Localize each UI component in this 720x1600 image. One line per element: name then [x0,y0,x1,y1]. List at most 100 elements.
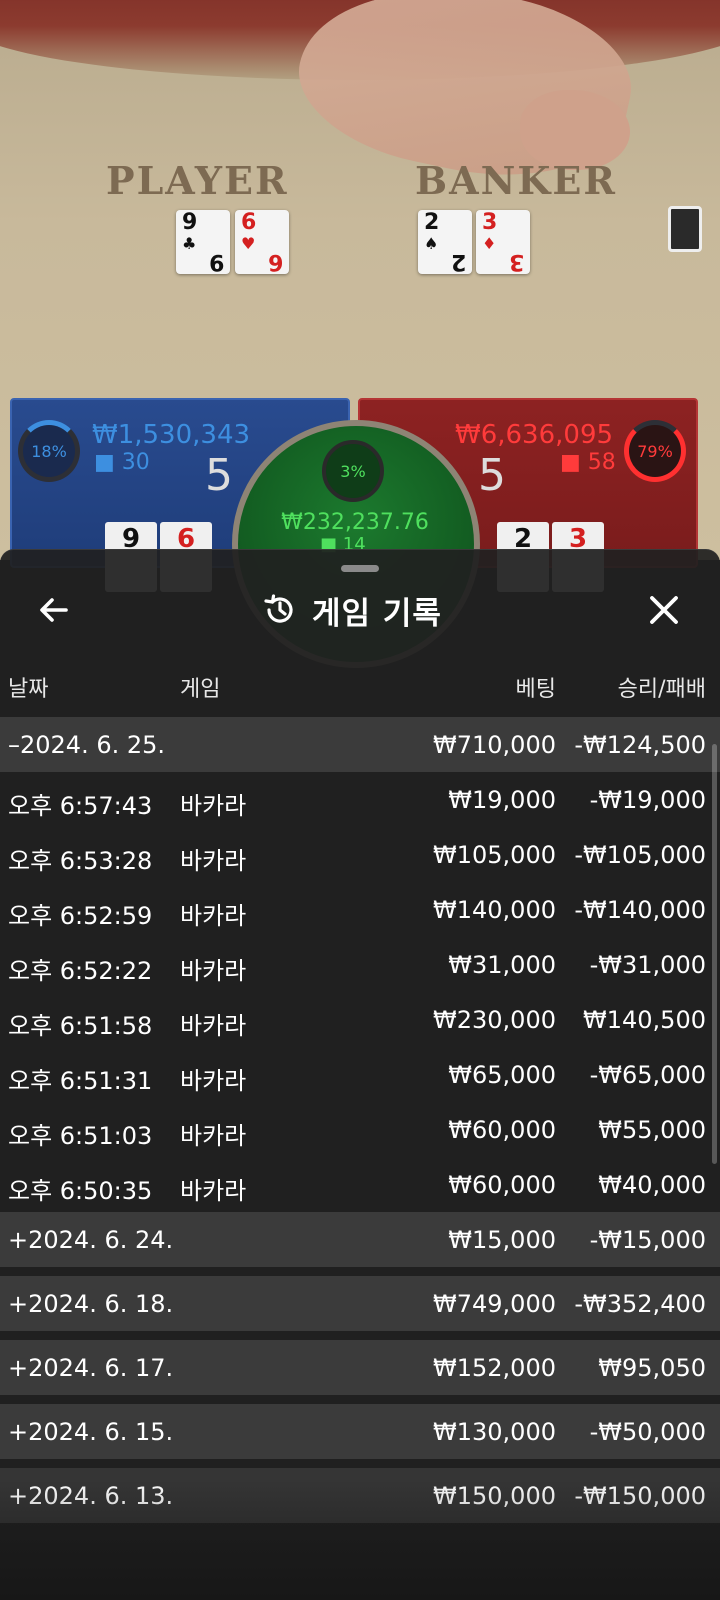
player-zone-label: PLAYER [106,158,289,203]
item-game: 바카라 [180,792,247,820]
column-header-date: 날짜 [8,677,49,702]
item-game: 바카라 [180,847,247,875]
banker-score: 5 [478,450,506,501]
group-bet: ₩152,000 [433,1354,556,1382]
group-bet: ₩15,000 [448,1226,556,1254]
player-score: 5 [205,450,233,501]
close-button[interactable] [644,590,684,630]
item-win-loss: -₩140,000 [574,896,706,924]
player-people: ■ 30 [94,450,150,475]
banker-bet-amount: ₩6,636,095 [455,420,614,450]
history-item-row[interactable]: 오후 6:52:22 바카라 ₩31,000 -₩31,000 [0,937,720,992]
group-bet: ₩710,000 [433,731,556,759]
sheet-drag-handle[interactable] [341,565,379,572]
back-button[interactable] [34,590,74,630]
history-item-row[interactable]: 오후 6:51:03 바카라 ₩60,000 ₩55,000 [0,1102,720,1157]
item-win-loss: -₩31,000 [589,951,706,979]
item-win-loss: ₩40,000 [598,1171,706,1199]
group-win-loss: -₩352,400 [574,1290,706,1318]
group-date: +2024. 6. 15. [8,1418,174,1446]
player-bet-amount: ₩1,530,343 [92,420,251,450]
date-group-row[interactable]: +2024. 6. 17. ₩152,000 ₩95,050 [0,1340,720,1395]
banker-card-1: 2 ♠ 2 [418,210,472,274]
banker-card-2: 3 ♦ 3 [476,210,530,274]
group-date: –2024. 6. 25. [8,731,166,759]
item-game: 바카라 [180,957,247,985]
group-win-loss: ₩95,050 [598,1354,706,1382]
list-scrollbar[interactable] [712,744,717,1164]
history-item-row[interactable]: 오후 6:53:28 바카라 ₩105,000 -₩105,000 [0,827,720,882]
item-game: 바카라 [180,1122,247,1150]
arrow-left-icon [40,598,68,622]
group-win-loss: -₩150,000 [574,1482,706,1510]
date-group-row[interactable]: +2024. 6. 24. ₩15,000 -₩15,000 [0,1212,720,1267]
group-date: +2024. 6. 17. [8,1354,174,1382]
item-time: 오후 6:50:35 [8,1177,153,1205]
date-group-row[interactable]: +2024. 6. 13. ₩150,000 -₩150,000 [0,1468,720,1523]
banker-people: ■ 58 [560,450,616,475]
item-game: 바카라 [180,1012,247,1040]
item-time: 오후 6:51:03 [8,1122,153,1150]
player-percent-ring: 18% [18,420,80,482]
item-win-loss: ₩55,000 [598,1116,706,1144]
item-win-loss: -₩19,000 [589,786,706,814]
banker-people-count: 58 [587,450,616,475]
item-bet: ₩140,000 [433,896,556,924]
item-bet: ₩60,000 [448,1116,556,1144]
group-date: +2024. 6. 24. [8,1226,174,1254]
item-time: 오후 6:53:28 [8,847,153,875]
history-item-row[interactable]: 오후 6:52:59 바카라 ₩140,000 -₩140,000 [0,882,720,937]
item-bet: ₩31,000 [448,951,556,979]
history-item-row[interactable]: 오후 6:51:58 바카라 ₩230,000 ₩140,500 [0,992,720,1047]
person-icon: ■ [94,450,115,475]
sheet-title: 게임 기록 [312,595,442,632]
item-game: 바카라 [180,1067,247,1095]
group-bet: ₩749,000 [433,1290,556,1318]
item-time: 오후 6:57:43 [8,792,153,820]
history-item-row[interactable]: 오후 6:57:43 바카라 ₩19,000 -₩19,000 [0,772,720,827]
date-group-row[interactable]: +2024. 6. 18. ₩749,000 -₩352,400 [0,1276,720,1331]
game-history-sheet: 게임 기록 날짜 게임 베팅 승리/패배 –2024. 6. 25. ₩710,… [0,549,720,1600]
date-group-row[interactable]: +2024. 6. 15. ₩130,000 -₩50,000 [0,1404,720,1459]
card-shoe [668,206,702,252]
item-win-loss: -₩105,000 [574,841,706,869]
group-bet: ₩130,000 [433,1418,556,1446]
item-time: 오후 6:52:22 [8,957,153,985]
item-bet: ₩65,000 [448,1061,556,1089]
group-date: +2024. 6. 13. [8,1482,174,1510]
item-game: 바카라 [180,902,247,930]
history-list: –2024. 6. 25. ₩710,000 -₩124,500 오후 6:57… [0,717,720,1523]
item-win-loss: ₩140,500 [583,1006,706,1034]
history-item-row[interactable]: 오후 6:50:35 바카라 ₩60,000 ₩40,000 [0,1157,720,1212]
history-item-row[interactable]: 오후 6:51:31 바카라 ₩65,000 -₩65,000 [0,1047,720,1102]
player-people-count: 30 [121,450,150,475]
history-icon [264,594,293,623]
column-header-win-loss: 승리/패배 [617,677,706,702]
column-header-game: 게임 [180,677,221,702]
date-group-row[interactable]: –2024. 6. 25. ₩710,000 -₩124,500 [0,717,720,772]
item-bet: ₩230,000 [433,1006,556,1034]
item-time: 오후 6:52:59 [8,902,153,930]
banker-zone-label: BANKER [415,158,617,203]
sheet-title-group: 게임 기록 [262,586,442,634]
sheet-header: 게임 기록 [0,580,720,642]
group-date: +2024. 6. 18. [8,1290,174,1318]
item-win-loss: -₩65,000 [589,1061,706,1089]
item-bet: ₩60,000 [448,1171,556,1199]
group-bet: ₩150,000 [433,1482,556,1510]
banker-percent-ring: 79% [624,420,686,482]
group-win-loss: -₩50,000 [589,1418,706,1446]
player-card-1: 9 ♣ 9 [176,210,230,274]
close-icon [650,596,678,624]
item-bet: ₩105,000 [433,841,556,869]
group-win-loss: -₩15,000 [589,1226,706,1254]
tie-bet-amount: ₩232,237.76 [281,510,429,535]
player-card-2: 6 ♥ 6 [235,210,289,274]
item-game: 바카라 [180,1177,247,1205]
group-win-loss: -₩124,500 [574,731,706,759]
tie-percent-ring: 3% [322,440,384,502]
column-header-bet: 베팅 [515,677,556,702]
person-icon: ■ [560,450,581,475]
item-time: 오후 6:51:31 [8,1067,153,1095]
item-bet: ₩19,000 [448,786,556,814]
